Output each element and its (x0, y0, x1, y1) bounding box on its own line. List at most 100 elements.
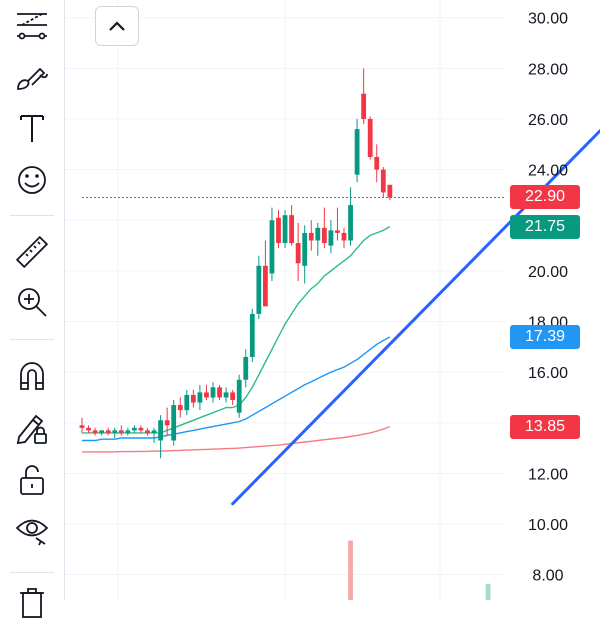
candle-body (79, 425, 85, 428)
candle-body (335, 230, 340, 233)
price-tag: 22.90 (510, 185, 580, 210)
candle-body (158, 420, 163, 441)
candle-body (341, 232, 347, 241)
magnet-icon[interactable] (12, 355, 52, 395)
y-axis-tick-label: 12.00 (528, 466, 568, 483)
candle (243, 349, 249, 388)
y-axis-tick-label: 8.00 (532, 568, 563, 585)
candle-body (132, 427, 137, 431)
candle (328, 220, 334, 254)
price-tag: 13.85 (510, 414, 580, 439)
y-axis-tick-label: 30.00 (528, 11, 568, 28)
trash-icon[interactable] (12, 582, 52, 622)
candle-body (164, 420, 170, 426)
candle (138, 425, 144, 433)
candle-body (256, 265, 262, 314)
moving-average-line (82, 336, 391, 442)
candle (230, 389, 236, 406)
candle (348, 187, 353, 246)
candle (112, 427, 118, 438)
candle-body (190, 394, 196, 403)
volume-bar (485, 583, 491, 600)
candle-body (217, 387, 222, 398)
candle (308, 220, 314, 251)
price-tag: 21.75 (510, 214, 580, 239)
candle-body (315, 227, 321, 241)
candle (341, 227, 347, 249)
candle-body (276, 217, 281, 244)
candle (295, 222, 301, 282)
text-tool-icon[interactable] (12, 108, 52, 148)
candle-body (328, 230, 334, 246)
lock-drawing-icon[interactable] (12, 408, 52, 448)
volume-bar (348, 540, 353, 600)
candle (86, 425, 91, 433)
candle-body (367, 118, 373, 157)
candle (132, 425, 137, 433)
candle (321, 207, 327, 249)
y-axis-tick-label: 24.00 (528, 163, 568, 180)
chevron-up-icon (109, 21, 125, 31)
candle (151, 427, 157, 444)
y-axis-tick-label: 26.00 (528, 112, 568, 129)
candle-body (374, 156, 380, 170)
candle-body (223, 392, 229, 398)
candle (282, 210, 288, 249)
candle-body (92, 430, 98, 433)
zoom-in-icon[interactable] (12, 282, 52, 322)
candle-body (171, 405, 177, 441)
candle (79, 417, 85, 433)
candle (269, 207, 275, 282)
chart-area[interactable]: 30.0028.0026.0024.0022.0020.0018.0016.00… (65, 0, 600, 600)
emoji-icon[interactable] (12, 160, 52, 200)
price-tag: 17.39 (510, 324, 580, 349)
candle (276, 210, 281, 249)
candle-body (184, 394, 190, 411)
candle-body (302, 232, 308, 266)
candle-body (177, 405, 183, 411)
candle (184, 389, 190, 416)
candle-body (387, 184, 393, 198)
candle-body (263, 265, 268, 307)
candle (145, 427, 150, 436)
price-chart[interactable]: 30.0028.0026.0024.0022.0020.0018.0016.00… (65, 0, 600, 600)
brush-icon[interactable] (12, 57, 52, 97)
candle-body (112, 430, 118, 433)
ruler-icon[interactable] (12, 232, 52, 272)
candle-body (361, 93, 367, 119)
candle (92, 427, 98, 436)
candle (177, 397, 183, 418)
candle-body (236, 379, 242, 413)
candle (118, 425, 124, 436)
candle (367, 116, 373, 160)
candle-body (269, 220, 275, 274)
candle-body (282, 215, 288, 244)
candle-body (230, 392, 236, 400)
y-axis-tick-label: 20.00 (528, 264, 568, 281)
candle-body (289, 215, 294, 244)
candle (374, 144, 380, 183)
drawing-toolbar (0, 0, 65, 618)
candle-body (138, 427, 144, 431)
candle-body (348, 205, 353, 241)
moving-average-line (82, 225, 391, 434)
candle-body (321, 227, 327, 244)
candle (315, 222, 321, 256)
unlock-icon[interactable] (12, 460, 52, 500)
candle (99, 430, 105, 436)
candle-body (151, 430, 157, 433)
candle (171, 400, 177, 446)
collapse-toolbar-button[interactable] (95, 6, 139, 46)
candle (256, 255, 262, 319)
candle (190, 389, 196, 408)
eye-icon[interactable] (12, 509, 52, 549)
candle-body (204, 392, 209, 398)
trend-line-tools-icon[interactable] (12, 5, 52, 45)
candle (361, 68, 367, 125)
candle (197, 384, 203, 411)
candle (105, 427, 111, 436)
candle-body (197, 392, 203, 403)
candle (289, 205, 294, 246)
candle-body (105, 430, 111, 433)
candle-body (210, 387, 216, 398)
